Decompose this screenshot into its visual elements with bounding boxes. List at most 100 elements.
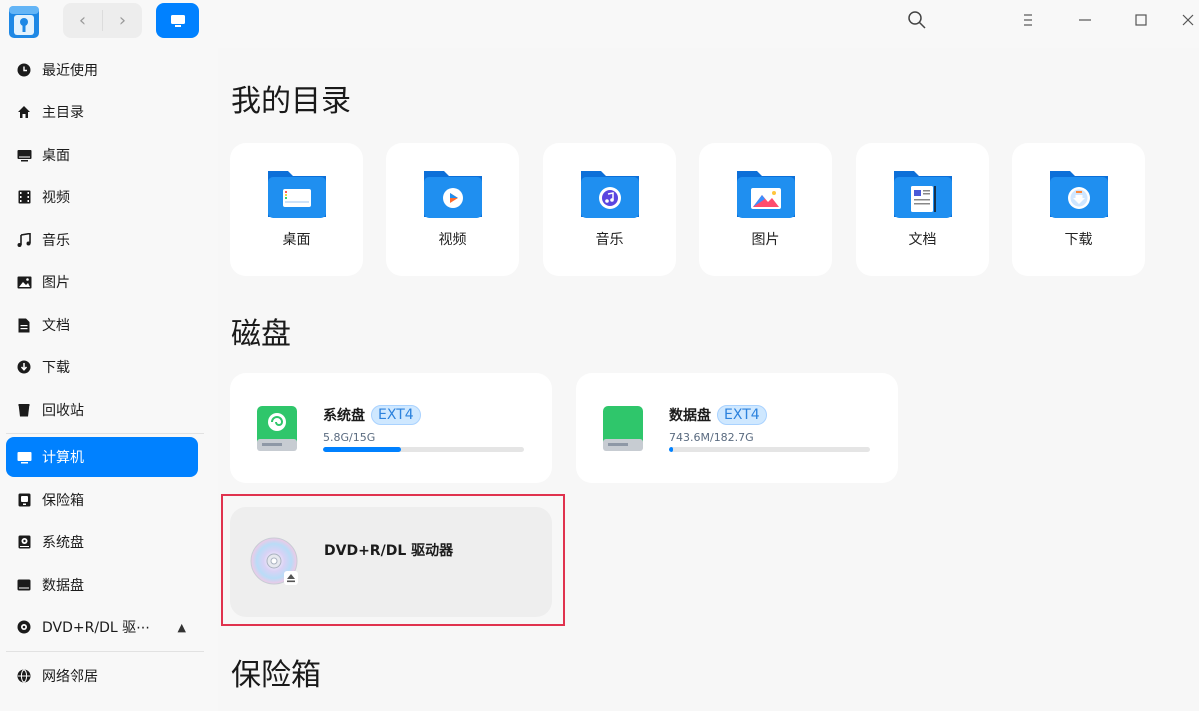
picture-icon [16,274,32,290]
disk-name-row: 系统盘 EXT4 [323,405,421,425]
computer-view-button[interactable] [156,3,199,38]
clock-icon [16,62,32,78]
minimize-icon [1079,19,1091,21]
disk-name: 数据盘 [669,408,711,424]
sidebar-item-recent[interactable]: 最近使用 [6,50,198,90]
maximize-button[interactable] [1129,8,1153,32]
back-button[interactable]: ‹ [63,3,102,38]
title-bar: ‹ › [0,0,1199,48]
sidebar-item-computer[interactable]: 计算机 [6,437,198,477]
disc-icon [16,619,32,635]
file-manager-logo-icon [8,3,40,39]
network-icon [16,668,32,684]
chevron-right-icon: › [118,10,127,31]
documents-folder-icon [894,171,952,218]
sidebar-item-label: 数据盘 [42,578,84,594]
search-icon [908,11,926,29]
sidebar-item-label: 下载 [42,360,70,376]
disk-usage-bar [323,447,524,452]
sidebar-item-label: 视频 [42,190,70,206]
sidebar-item-desktop[interactable]: 桌面 [6,135,198,175]
disk-usage-text: 743.6M/182.7G [669,431,754,444]
document-icon [16,317,32,333]
sidebar-item-home[interactable]: 主目录 [6,92,198,132]
menu-button[interactable] [1016,8,1040,32]
home-icon [16,104,32,120]
disk-usage-text: 5.8G/15G [323,431,376,444]
sidebar-item-trash[interactable]: 回收站 [6,390,198,430]
sidebar-item-data-disk[interactable]: 数据盘 [6,565,198,605]
dir-card-label: 音乐 [595,232,624,248]
disk-name: 系统盘 [323,408,365,424]
pictures-folder-icon [737,171,795,218]
dir-card-desktop[interactable]: 桌面 [230,143,363,276]
download-icon [16,359,32,375]
sidebar-item-label: 文档 [42,318,70,334]
sidebar-item-label: 最近使用 [42,63,98,79]
trash-icon [16,402,32,418]
selection-highlight [221,494,565,626]
data-disk-icon [603,406,643,451]
sidebar-item-vault[interactable]: 保险箱 [6,480,198,520]
maximize-icon [1135,14,1147,26]
sidebar-item-label: 保险箱 [42,493,84,509]
computer-icon [170,14,185,27]
dir-card-downloads[interactable]: 下载 [1012,143,1145,276]
close-button[interactable] [1182,8,1199,32]
sidebar-item-pictures[interactable]: 图片 [6,262,198,302]
disk-card-system[interactable]: 系统盘 EXT4 5.8G/15G [230,373,552,483]
dir-card-label: 图片 [751,232,780,248]
dir-card-label: 下载 [1064,232,1093,248]
dir-card-music[interactable]: 音乐 [543,143,676,276]
minimize-button[interactable] [1073,8,1097,32]
data-disk-icon [16,577,32,593]
sidebar-item-label: 主目录 [42,105,84,121]
desktop-folder-icon [268,171,326,218]
menu-icon [1024,14,1032,26]
disk-usage-fill [669,447,674,452]
my-directories-title: 我的目录 [231,84,351,119]
close-icon [1182,14,1194,26]
sidebar-item-videos[interactable]: 视频 [6,177,198,217]
sidebar-item-label: DVD+R/DL 驱⋯ [42,620,151,636]
dir-card-label: 文档 [908,232,937,248]
navigation-buttons: ‹ › [63,3,142,38]
disk-usage-bar [669,447,870,452]
vault-icon [16,492,32,508]
sidebar-item-label: 回收站 [42,403,84,419]
main-content: 我的目录 桌面 视频 音乐 图片 文档 下载 磁盘 系统盘 EXT4 5.8G/… [218,48,1199,711]
system-disk-icon [16,534,32,550]
disk-card-data[interactable]: 数据盘 EXT4 743.6M/182.7G [576,373,898,483]
sidebar-item-label: 桌面 [42,148,70,164]
dir-card-pictures[interactable]: 图片 [699,143,832,276]
dir-card-documents[interactable]: 文档 [856,143,989,276]
disks-title: 磁盘 [231,317,291,352]
system-disk-icon [257,406,297,451]
sidebar-divider [6,651,204,652]
sidebar-item-label: 音乐 [42,233,70,249]
desktop-icon [16,147,32,163]
sidebar-item-music[interactable]: 音乐 [6,220,198,260]
sidebar-item-label: 网络邻居 [42,669,98,685]
sidebar-item-label: 系统盘 [42,535,84,551]
vault-title: 保险箱 [231,658,321,693]
computer-icon [16,449,32,465]
filesystem-badge: EXT4 [371,405,421,425]
forward-button[interactable]: › [103,3,142,38]
sidebar-item-documents[interactable]: 文档 [6,305,198,345]
dir-card-label: 视频 [438,232,467,248]
dir-card-videos[interactable]: 视频 [386,143,519,276]
eject-icon[interactable]: ▲ [178,621,186,634]
music-folder-icon [581,171,639,218]
sidebar-item-label: 图片 [42,275,70,291]
sidebar-item-network[interactable]: 网络邻居 [6,656,198,696]
chevron-left-icon: ‹ [78,10,87,31]
sidebar-divider [6,433,204,434]
dir-card-label: 桌面 [282,232,311,248]
sidebar-item-system-disk[interactable]: 系统盘 [6,522,198,562]
sidebar-item-dvd[interactable]: DVD+R/DL 驱⋯ ▲ [6,607,198,647]
downloads-folder-icon [1050,171,1108,218]
sidebar: 最近使用 主目录 桌面 视频 音乐 图片 文档 下载 回收站 计算机 保险箱 系… [0,48,218,711]
sidebar-item-downloads[interactable]: 下载 [6,347,198,387]
search-button[interactable] [905,8,929,32]
